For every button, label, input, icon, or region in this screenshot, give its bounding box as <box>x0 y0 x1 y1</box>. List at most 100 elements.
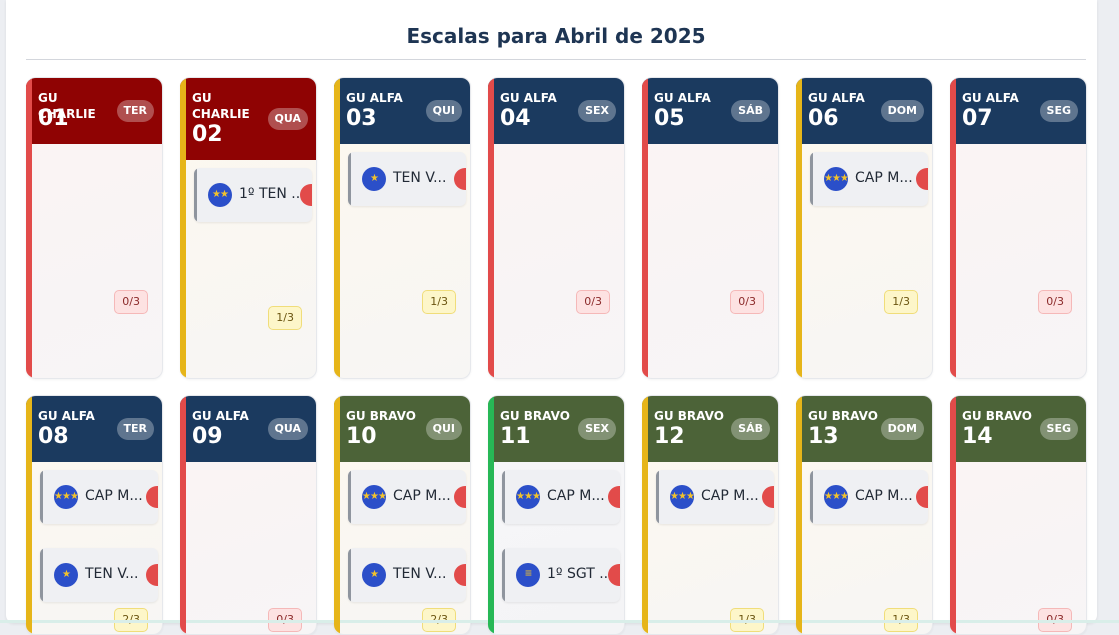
duty-entry[interactable]: ★ TEN V... <box>348 548 466 602</box>
group-name: GU CHARLIE <box>192 91 250 121</box>
entry-left-bar <box>348 548 351 602</box>
status-stripe <box>796 78 802 378</box>
slots-count-badge: 0/3 <box>1038 290 1072 314</box>
day-card-header: GU BRAVO 10 QUI <box>334 396 470 462</box>
remove-entry-button[interactable] <box>300 184 312 206</box>
remove-entry-button[interactable] <box>454 564 466 586</box>
day-card-header: GU ALFA 08 TER <box>26 396 162 462</box>
group-name: GU ALFA <box>962 91 1019 105</box>
remove-entry-button[interactable] <box>608 564 620 586</box>
group-name: GU ALFA <box>808 91 865 105</box>
group-name: GU BRAVO <box>500 409 570 423</box>
day-card-02[interactable]: GU CHARLIE 02 QUA ★★ 1º TEN ... 1/3 <box>180 77 317 379</box>
day-card-13[interactable]: GU BRAVO13DOM★★★CAP M...1/3 <box>796 395 933 635</box>
status-stripe <box>488 78 494 378</box>
entry-left-bar <box>656 470 659 524</box>
remove-entry-button[interactable] <box>916 168 928 190</box>
day-card-11[interactable]: GU BRAVO 11 SEX ★★★ CAP M... ≡ 1º SGT ... <box>488 395 625 635</box>
rank-insignia-icon: ★★ <box>208 183 232 207</box>
slots-count-badge: 1/3 <box>422 290 456 314</box>
weekday-badge: SEG <box>1039 100 1078 122</box>
day-card-01[interactable]: GU CHARLIE 01 TER 0/3 <box>26 77 163 379</box>
day-number: 01 <box>38 106 69 131</box>
remove-entry-button[interactable] <box>608 486 620 508</box>
weekday-badge: TER <box>116 100 154 122</box>
duty-entry[interactable]: ★★★ CAP M... <box>810 152 928 206</box>
day-card-header: GU BRAVO 12 SÁB <box>642 396 778 462</box>
day-card-header: GU CHARLIE 02 QUA <box>180 78 316 160</box>
remove-entry-button[interactable] <box>454 486 466 508</box>
status-stripe <box>642 396 648 634</box>
day-card-header: GU ALFA 04 SEX <box>488 78 624 144</box>
group-name: GU ALFA <box>192 409 249 423</box>
group-name: GU BRAVO <box>808 409 878 423</box>
status-stripe <box>334 396 340 634</box>
day-number: 11 <box>500 424 531 449</box>
rank-insignia-icon: ≡ <box>516 563 540 587</box>
weekday-badge: QUI <box>425 418 462 440</box>
title-divider <box>26 59 1086 60</box>
weekday-badge: SEG <box>1039 418 1078 440</box>
status-stripe <box>26 78 32 378</box>
group-name: GU ALFA <box>500 91 557 105</box>
day-card-08[interactable]: GU ALFA08TER★★★CAP M...★TEN V...2/3 <box>26 395 163 635</box>
day-card-04[interactable]: GU ALFA 04 SEX 0/3 <box>488 77 625 379</box>
day-number: 03 <box>346 106 377 131</box>
entry-left-bar <box>502 470 505 524</box>
rank-insignia-icon: ★★★ <box>670 485 694 509</box>
officer-name: CAP M... <box>393 488 451 504</box>
group-name: GU BRAVO <box>962 409 1032 423</box>
day-number: 07 <box>962 106 993 131</box>
rank-insignia-icon: ★★★ <box>824 485 848 509</box>
remove-entry-button[interactable] <box>146 486 158 508</box>
duty-entry[interactable]: ★★★ CAP M... <box>810 470 928 524</box>
day-number: 04 <box>500 106 531 131</box>
remove-entry-button[interactable] <box>916 486 928 508</box>
status-stripe <box>180 396 186 634</box>
duty-entry[interactable]: ★ TEN V... <box>40 548 158 602</box>
rank-insignia-icon: ★★★ <box>54 485 78 509</box>
duty-entry[interactable]: ★ TEN V... <box>348 152 466 206</box>
duty-entry[interactable]: ★★★ CAP M... <box>348 470 466 524</box>
officer-name: TEN V... <box>85 566 139 582</box>
day-card-07[interactable]: GU ALFA 07 SEG 0/3 <box>950 77 1087 379</box>
duty-entry[interactable]: ≡ 1º SGT ... <box>502 548 620 602</box>
day-card-14[interactable]: GU BRAVO14SEG0/3 <box>950 395 1087 635</box>
day-card-03[interactable]: GU ALFA 03 QUI ★ TEN V... 1/3 <box>334 77 471 379</box>
rank-insignia-icon: ★ <box>362 167 386 191</box>
status-stripe <box>796 396 802 634</box>
group-name: GU ALFA <box>654 91 711 105</box>
entry-left-bar <box>810 470 813 524</box>
weekday-badge: SEX <box>578 418 616 440</box>
day-card-header: GU ALFA 09 QUA <box>180 396 316 462</box>
officer-name: CAP M... <box>701 488 759 504</box>
page-title: Escalas para Abril de 2025 <box>406 24 706 48</box>
entry-left-bar <box>40 548 43 602</box>
officer-name: CAP M... <box>855 170 913 186</box>
duty-entry[interactable]: ★★★ CAP M... <box>40 470 158 524</box>
remove-entry-button[interactable] <box>146 564 158 586</box>
duty-entry[interactable]: ★★ 1º TEN ... <box>194 168 312 222</box>
remove-entry-button[interactable] <box>762 486 774 508</box>
day-card-header: GU CHARLIE 01 TER <box>26 78 162 144</box>
day-card-10[interactable]: GU BRAVO10QUI★★★CAP M...★TEN V...2/3 <box>334 395 471 635</box>
day-card-header: GU ALFA 05 SÁB <box>642 78 778 144</box>
day-card-05[interactable]: GU ALFA 05 SÁB 0/3 <box>642 77 779 379</box>
day-number: 13 <box>808 424 839 449</box>
day-card-06[interactable]: GU ALFA 06 DOM ★★★ CAP M... 1/3 <box>796 77 933 379</box>
remove-entry-button[interactable] <box>454 168 466 190</box>
duty-entry[interactable]: ★★★ CAP M... <box>656 470 774 524</box>
rank-insignia-icon: ★ <box>54 563 78 587</box>
day-card-09[interactable]: GU ALFA09QUA0/3 <box>180 395 317 635</box>
status-stripe <box>488 396 494 634</box>
duty-entry[interactable]: ★★★ CAP M... <box>502 470 620 524</box>
rank-insignia-icon: ★ <box>362 563 386 587</box>
officer-name: CAP M... <box>547 488 605 504</box>
day-card-header: GU BRAVO 11 SEX <box>488 396 624 462</box>
weekday-badge: SEX <box>578 100 616 122</box>
status-stripe <box>26 396 32 634</box>
weekday-badge: SÁB <box>731 100 770 122</box>
day-card-header: GU ALFA 06 DOM <box>796 78 932 144</box>
group-name: GU ALFA <box>346 91 403 105</box>
day-card-12[interactable]: GU BRAVO12SÁB★★★CAP M...1/3 <box>642 395 779 635</box>
